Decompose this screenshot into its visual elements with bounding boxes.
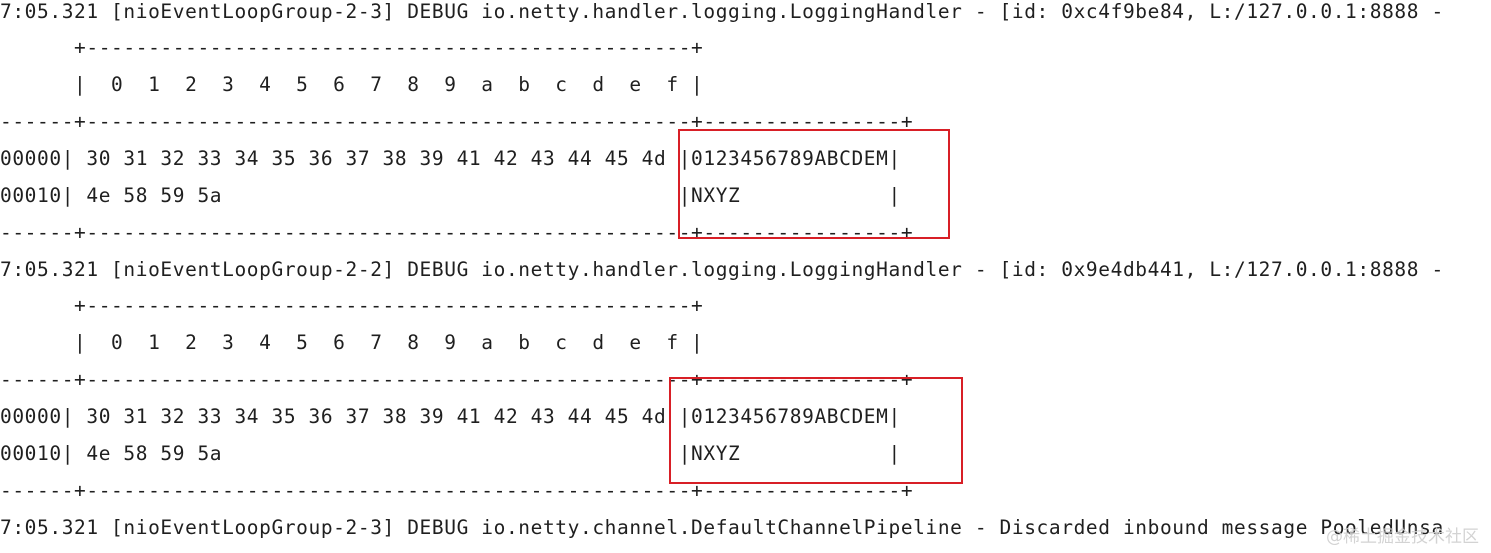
- log-header-line: 7:05.321 [nioEventLoopGroup-2-3] DEBUG i…: [0, 0, 1444, 23]
- log-discard-line: 7:05.321 [nioEventLoopGroup-2-3] DEBUG i…: [0, 516, 1444, 539]
- watermark: @稀土掘金技术社区: [1326, 527, 1479, 547]
- log-console: 7:05.321 [nioEventLoopGroup-2-3] DEBUG i…: [0, 0, 1491, 553]
- hexdump-top-border: +---------------------------------------…: [0, 294, 704, 317]
- log-header-line: 7:05.321 [nioEventLoopGroup-2-2] DEBUG i…: [0, 258, 1444, 281]
- hexdump-column-header: | 0 1 2 3 4 5 6 7 8 9 a b c d e f |: [0, 73, 704, 96]
- hexdump-column-header: | 0 1 2 3 4 5 6 7 8 9 a b c d e f |: [0, 331, 704, 354]
- ascii-highlight-box: [669, 377, 963, 484]
- ascii-highlight-box: [678, 129, 950, 239]
- hexdump-top-border: +---------------------------------------…: [0, 36, 704, 59]
